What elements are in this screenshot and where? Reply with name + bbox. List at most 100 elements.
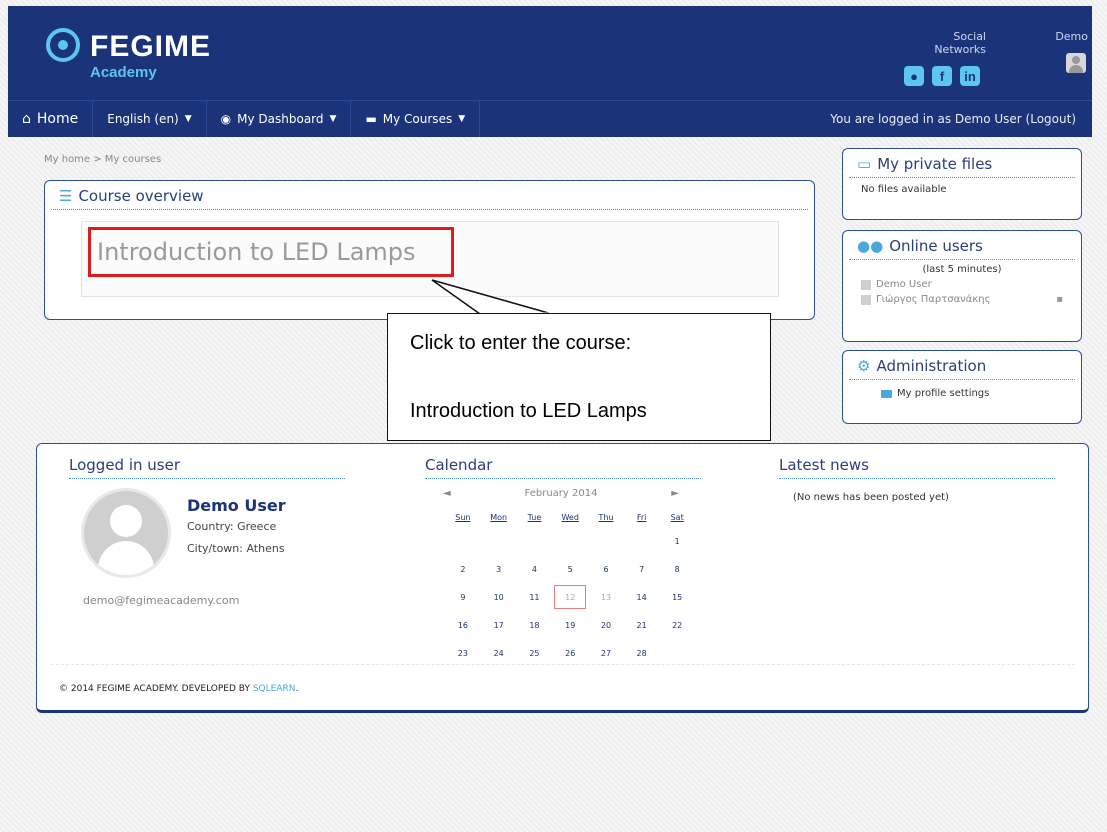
calendar-empty-cell [624, 527, 659, 555]
administration-header: ⚙ Administration [849, 351, 1075, 380]
calendar-day[interactable]: 1 [659, 527, 695, 555]
copyright-text: © 2014 FEGIME ACADEMY. DEVELOPED BY [59, 684, 250, 694]
calendar-day[interactable]: 16 [445, 611, 481, 639]
calendar-day[interactable]: 20 [588, 611, 624, 639]
footer-divider [51, 664, 1075, 665]
calendar-day[interactable]: 7 [624, 555, 659, 583]
private-files-title: My private files [877, 155, 993, 173]
gears-icon: ⚙ [857, 357, 871, 375]
calendar-empty-cell [552, 527, 588, 555]
user-email: demo@fegimeacademy.com [83, 594, 240, 607]
nav-courses-label: My Courses [382, 112, 453, 126]
dashboard-icon: ◉ [220, 112, 232, 126]
calendar-day[interactable]: 28 [624, 639, 659, 667]
calendar-weekday: Sat [670, 512, 684, 522]
chevron-down-icon: ▼ [458, 114, 466, 124]
nav-home-label: Home [36, 111, 79, 127]
calendar-day[interactable]: 13 [588, 583, 624, 611]
social-networks: Social Networks ● f in [904, 30, 1004, 86]
calendar-empty-cell [481, 527, 517, 555]
calendar-day[interactable]: 14 [624, 583, 659, 611]
calendar-prev-icon[interactable]: ◄ [443, 488, 451, 499]
user-name[interactable]: Demo User [187, 496, 286, 515]
calendar-day[interactable]: 19 [552, 611, 588, 639]
calendar-day[interactable]: 3 [481, 555, 517, 583]
calendar-weekday: Fri [636, 512, 647, 522]
calendar-next-icon[interactable]: ► [671, 488, 679, 499]
home-icon: ⌂ [22, 111, 31, 127]
skype-icon[interactable]: ● [904, 66, 924, 86]
online-users-block: ●● Online users (last 5 minutes) Demo Us… [842, 230, 1082, 342]
nav-courses[interactable]: ▬ My Courses ▼ [351, 101, 481, 137]
linkedin-icon[interactable]: in [960, 66, 980, 86]
briefcase-icon: ▬ [365, 112, 377, 126]
social-label: Social Networks [934, 30, 986, 56]
calendar-day[interactable]: 22 [659, 611, 695, 639]
calendar-empty-cell [588, 527, 624, 555]
calendar-weekday: Tue [527, 512, 542, 522]
calendar-day[interactable]: 12 [552, 583, 588, 611]
chevron-down-icon: ▼ [184, 114, 192, 124]
calendar-day[interactable]: 23 [445, 639, 481, 667]
calendar-day[interactable]: 11 [517, 583, 553, 611]
nav-dashboard-label: My Dashboard [237, 112, 324, 126]
calendar-day[interactable]: 4 [517, 555, 553, 583]
calendar-day[interactable]: 6 [588, 555, 624, 583]
profile-settings-link[interactable]: My profile settings [843, 380, 1081, 399]
profile-settings-label: My profile settings [897, 388, 990, 399]
course-overview-title: Course overview [78, 187, 204, 205]
calendar-day[interactable]: 17 [481, 611, 517, 639]
user-avatar-icon[interactable] [1066, 53, 1086, 73]
calendar-weekday: Wed [561, 512, 579, 522]
calendar-day[interactable]: 24 [481, 639, 517, 667]
main-navbar: ⌂ Home English (en) ▼ ◉ My Dashboard ▼ ▬… [8, 100, 1092, 137]
calendar-day[interactable]: 5 [552, 555, 588, 583]
copyright-end: . [295, 684, 299, 694]
users-icon: ●● [857, 237, 884, 255]
breadcrumb[interactable]: My home > My courses [44, 154, 161, 165]
calendar-day[interactable]: 15 [659, 583, 695, 611]
latest-news-title: Latest news [779, 456, 1055, 479]
user-menu[interactable]: Demo [1048, 30, 1088, 73]
logo-subbrand: Academy [90, 64, 157, 81]
calendar: ◄ February 2014 ► Sun Mon Tue Wed Thu Fri Sat … [425, 488, 695, 667]
online-user[interactable]: Demo User [843, 277, 1081, 292]
folder-icon [881, 389, 892, 398]
calendar-day[interactable]: 10 [481, 583, 517, 611]
online-users-subtitle: (last 5 minutes) [922, 264, 1002, 275]
facebook-icon[interactable]: f [932, 66, 952, 86]
calendar-empty-cell [445, 527, 481, 555]
callout-line-2: Introduction to LED Lamps [410, 400, 647, 422]
chevron-down-icon: ▼ [329, 114, 337, 124]
site-logo[interactable]: FEGIME Academy [46, 28, 256, 84]
developer-link[interactable]: SQLEARN [253, 684, 296, 694]
user-label: Demo [1055, 30, 1088, 43]
online-users-title: Online users [889, 237, 983, 255]
message-icon[interactable]: ▪ [1056, 294, 1063, 305]
calendar-day[interactable]: 9 [445, 583, 481, 611]
user-icon [861, 279, 871, 290]
online-user[interactable]: Γιώργος Παρτσανάκης ▪ [843, 292, 1081, 307]
calendar-weekday: Thu [598, 512, 614, 522]
calendar-empty-cell [659, 639, 695, 667]
login-status[interactable]: You are logged in as Demo User (Logout) [830, 101, 1076, 137]
nav-home[interactable]: ⌂ Home [8, 101, 94, 137]
course-link[interactable]: Introduction to LED Lamps [88, 227, 454, 277]
calendar-month: February 2014 [524, 488, 598, 499]
latest-news-text: (No news has been posted yet) [793, 492, 949, 503]
logo-brand: FEGIME [90, 30, 212, 63]
calendar-day[interactable]: 26 [552, 639, 588, 667]
callout-pointer [431, 279, 553, 316]
footer-panel: Logged in user Demo User Country: Greece… [36, 443, 1089, 713]
nav-language[interactable]: English (en) ▼ [93, 101, 207, 137]
calendar-day[interactable]: 2 [445, 555, 481, 583]
calendar-day[interactable]: 27 [588, 639, 624, 667]
calendar-day[interactable]: 8 [659, 555, 695, 583]
calendar-day[interactable]: 21 [624, 611, 659, 639]
calendar-day[interactable]: 18 [517, 611, 553, 639]
user-country: Country: Greece [187, 520, 277, 533]
calendar-grid: Sun Mon Tue Wed Thu Fri Sat 1 2 3 4 5 6 7 8 9 10 11 12 13 1… [445, 507, 695, 667]
nav-dashboard[interactable]: ◉ My Dashboard ▼ [207, 101, 352, 137]
calendar-weekday: Sun [455, 512, 471, 522]
calendar-day[interactable]: 25 [517, 639, 553, 667]
